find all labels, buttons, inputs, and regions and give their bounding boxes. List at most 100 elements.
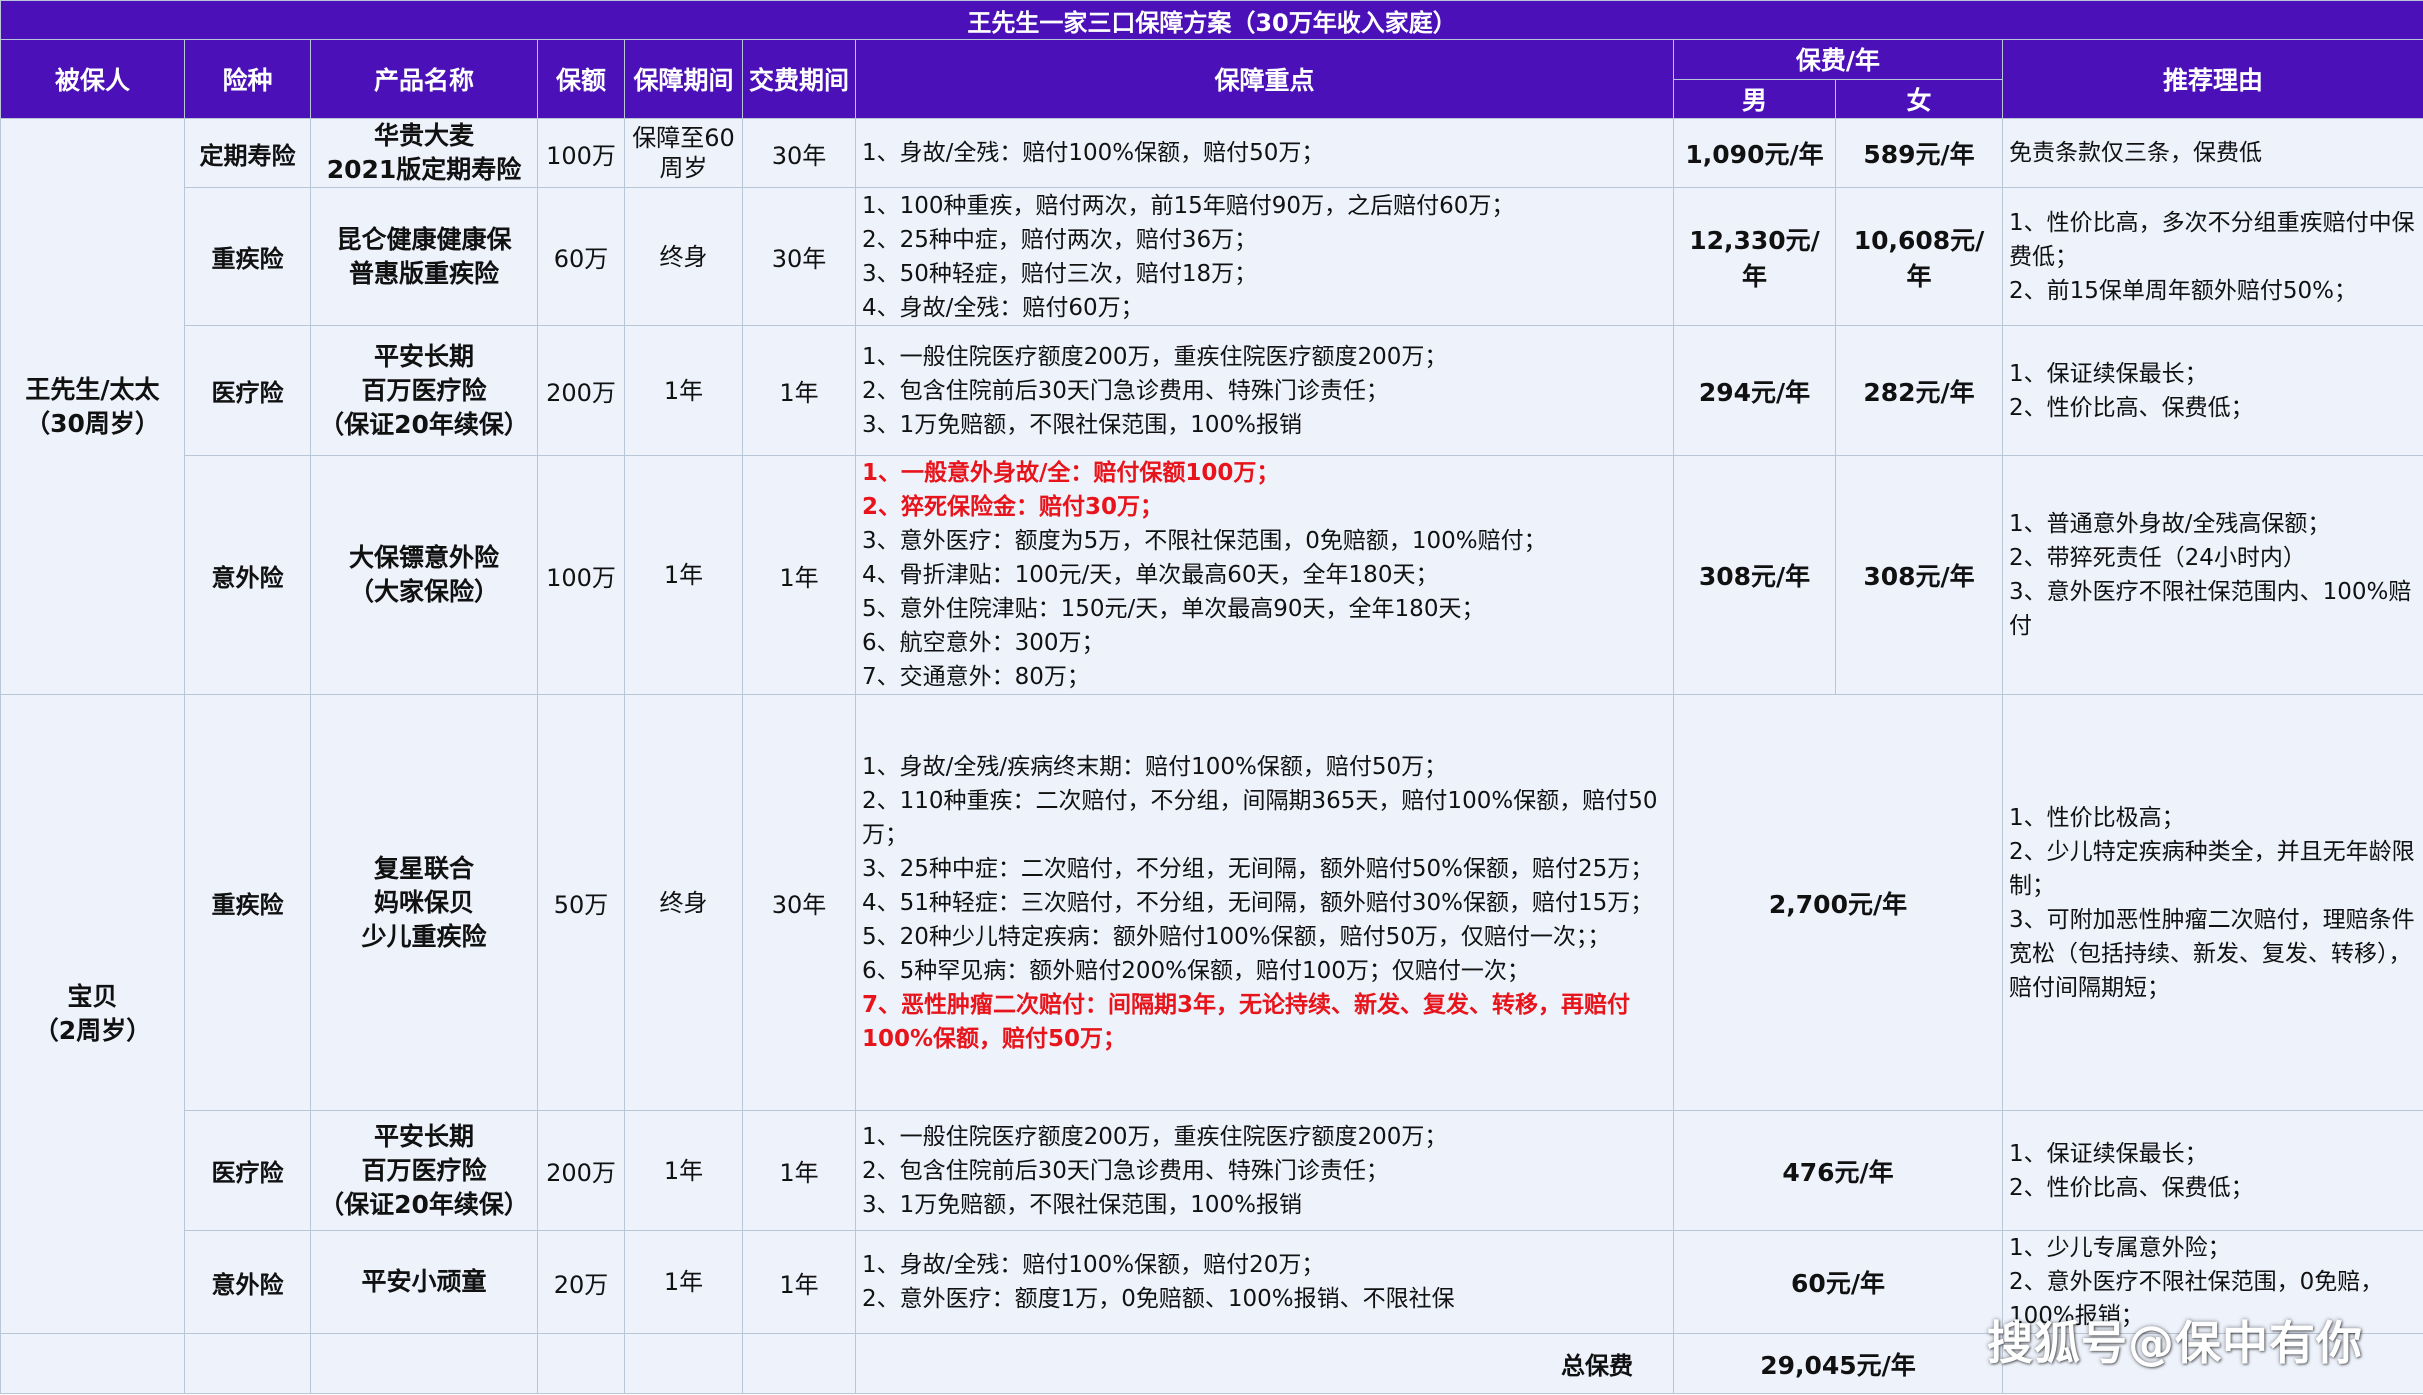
recommend-reason-line: 1、保证续保最长； — [2009, 1140, 2208, 1167]
product-name-line: 普惠版重疾险 — [348, 258, 499, 288]
coverage-feature-item: 1、100种重疾，赔付两次，前15年赔付90万，之后赔付60万； — [862, 192, 1515, 219]
coverage-feature-item: 5、意外住院津贴：150元/天，单次最高90天，全年180天； — [862, 596, 1485, 622]
coverage-feature-item: 1、一般住院医疗额度200万，重疾住院医疗额度200万； — [862, 1123, 1448, 1150]
product-name-line: 百万医疗险 — [361, 1155, 487, 1185]
product-name-line: （大家保险） — [348, 577, 499, 606]
recommend-reason-line: 2、性价比高、保费低； — [2009, 1174, 2254, 1201]
coverage-feature-item: 7、交通意外：80万； — [862, 664, 1090, 690]
product-name-line: 复星联合 — [373, 853, 474, 883]
premium-male-cell: 12,330元/年 — [1673, 187, 1836, 326]
coverage-period-line: 保障至60 — [632, 124, 735, 152]
total-premium-label: 总保费 — [855, 1333, 1674, 1394]
coverage-feature-item: 1、身故/全残：赔付100%保额，赔付20万； — [862, 1252, 1325, 1278]
coverage-feature-item: 4、51种轻症：三次赔付，不分组，无间隔，额外赔付30%保额，赔付15万； — [862, 889, 1654, 916]
product-name-line: 百万医疗险 — [361, 375, 487, 405]
header-pay-period: 交费期间 — [742, 39, 856, 119]
empty-cell — [537, 1333, 625, 1394]
total-premium-value: 29,045元/年 — [1673, 1333, 2003, 1394]
insurance-type-cell: 医疗险 — [184, 325, 311, 456]
recommend-reason-cell: 1、性价比高，多次不分组重疾赔付中保费低； 2、前15保单周年额外赔付50%； — [2001, 187, 2423, 326]
coverage-features-cell: 1、一般住院医疗额度200万，重疾住院医疗额度200万； 2、包含住院前后30天门… — [855, 325, 1674, 456]
recommend-reason-cell: 1、普通意外身故/全残高保额； 2、带猝死责任（24小时内） 3、意外医疗不限社保范… — [2001, 455, 2423, 695]
coverage-feature-item: 3、25种中症：二次赔付，不分组，无间隔，额外赔付50%保额，赔付25万； — [862, 855, 1654, 882]
header-premium: 保费/年 — [1673, 39, 2003, 80]
recommend-reason-line: 1、保证续保最长； — [2009, 360, 2208, 387]
product-name-line: 平安长期 — [373, 1121, 474, 1151]
payment-period-cell: 1年 — [742, 325, 856, 456]
coverage-amount-cell: 200万 — [537, 325, 625, 456]
coverage-feature-item: 1、一般意外身故/全：赔付保额100万； — [862, 460, 1280, 486]
coverage-feature-item: 2、25种中症，赔付两次，赔付36万； — [862, 226, 1258, 253]
header-type: 险种 — [184, 39, 311, 119]
coverage-period-cell: 保障至60 周岁 — [624, 118, 743, 188]
premium-cell: 2,700元/年 — [1673, 694, 2003, 1111]
coverage-feature-item: 5、20种少儿特定疾病：额外赔付100%保额，赔付50万，仅赔付一次；； — [862, 923, 1611, 950]
empty-cell — [0, 1333, 185, 1394]
coverage-period-cell: 1年 — [624, 325, 743, 456]
insurance-type-cell: 医疗险 — [184, 1110, 311, 1231]
coverage-amount-cell: 200万 — [537, 1110, 625, 1231]
empty-cell — [624, 1333, 743, 1394]
product-name-line: 大保镖意外险 — [348, 543, 499, 572]
coverage-feature-item: 4、骨折津贴：100元/天，单次最高60天，全年180天； — [862, 562, 1439, 588]
coverage-amount-cell: 20万 — [537, 1230, 625, 1334]
insurance-type-cell: 意外险 — [184, 455, 311, 695]
header-product: 产品名称 — [310, 39, 538, 119]
product-name-cell: 昆仑健康健康保 普惠版重疾险 — [310, 187, 538, 326]
product-name-cell: 平安长期百万医疗险 （保证20年续保） — [310, 1110, 538, 1231]
recommend-reason-line: 3、意外医疗不限社保范围内、100%赔付 — [2009, 579, 2412, 639]
header-features: 保障重点 — [855, 39, 1674, 119]
recommend-reason-line: 1、少儿专属意外险； — [2009, 1235, 2231, 1261]
table-row: 意外险 大保镖意外险 （大家保险） 100万 1年 1年 1、一般意外身故/全：赔付保额10… — [1, 455, 2423, 695]
coverage-feature-item: 2、意外医疗：额度1万，0免赔额、100%报销、不限社保 — [862, 1286, 1455, 1312]
coverage-period-line: 终身 — [659, 888, 708, 917]
payment-period-cell: 30年 — [742, 118, 856, 188]
product-name-cell: 平安小顽童 — [310, 1230, 538, 1334]
coverage-features-cell: 1、一般住院医疗额度200万，重疾住院医疗额度200万； 2、包含住院前后30天门… — [855, 1110, 1674, 1231]
insurance-type-cell: 意外险 — [184, 1230, 311, 1334]
recommend-reason-line: 1、普通意外身故/全残高保额； — [2009, 511, 2331, 537]
table-row: 医疗险 平安长期 百万医疗险 （保证20年续保） 200万 1年 1年 1、一般住院医疗额度2… — [1, 1110, 2423, 1231]
insured-person-cell: 王先生/太太 （30周岁） — [0, 118, 185, 695]
coverage-feature-item: 1、身故/全残/疾病终末期：赔付100%保额，赔付50万； — [862, 753, 1448, 780]
coverage-amount-cell: 60万 — [537, 187, 625, 326]
coverage-feature-item: 4、身故/全残：赔付60万； — [862, 294, 1144, 321]
insured-person-line: 王先生/太太 — [25, 374, 160, 404]
coverage-period-cell: 终身 — [624, 694, 743, 1111]
header-male: 男 — [1673, 78, 1836, 119]
coverage-feature-item: 3、1万免赔额，不限社保范围，100%报销 — [862, 411, 1303, 438]
premium-cell: 60元/年 — [1673, 1230, 2003, 1334]
product-name-line: 妈咪保贝 — [373, 887, 474, 917]
coverage-feature-item: 3、50种轻症，赔付三次，赔付18万； — [862, 260, 1258, 287]
coverage-amount-cell: 100万 — [537, 118, 625, 188]
product-name-line: 2021版定期寿险 — [326, 155, 522, 184]
premium-female-cell: 308元/年 — [1835, 455, 2003, 695]
premium-cell: 476元/年 — [1673, 1110, 2003, 1231]
table-row: 王先生/太太 （30周岁） 定期寿险 华贵大麦 2021版定期寿险 100万 保障至60 周岁… — [0, 118, 2423, 695]
header-insured: 被保人 — [0, 39, 185, 119]
coverage-feature-item: 1、身故/全残：赔付100%保额，赔付50万； — [862, 140, 1325, 166]
product-name-cell: 华贵大麦 2021版定期寿险 — [310, 118, 538, 188]
recommend-reason-line: 3、可附加恶性肿瘤二次赔付，理赔条件宽松（包括持续、新发、复发、转移），赔付间隔… — [2009, 906, 2415, 1001]
empty-cell — [742, 1333, 856, 1394]
product-name-line: （保证20年续保） — [319, 1189, 529, 1219]
empty-cell — [310, 1333, 538, 1394]
coverage-features-cell: 1、身故/全残/疾病终末期：赔付100%保额，赔付50万； 2、110种重疾：二次… — [855, 694, 1674, 1111]
product-name-line: 平安小顽童 — [361, 1267, 487, 1296]
premium-male-cell: 308元/年 — [1673, 455, 1836, 695]
coverage-amount-cell: 100万 — [537, 455, 625, 695]
product-name-line: 平安长期 — [373, 341, 474, 371]
coverage-features-cell: 1、身故/全残：赔付100%保额，赔付20万； 2、意外医疗：额度1万，0免赔额、… — [855, 1230, 1674, 1334]
header-amount: 保额 — [537, 39, 625, 119]
coverage-feature-item: 3、1万免赔额，不限社保范围，100%报销 — [862, 1191, 1303, 1218]
payment-period-cell: 1年 — [742, 455, 856, 695]
coverage-features-cell: 1、100种重疾，赔付两次，前15年赔付90万，之后赔付60万； 2、25种中症，… — [855, 187, 1674, 326]
coverage-period-cell: 1年 — [624, 455, 743, 695]
insurance-type-cell: 重疾险 — [184, 187, 311, 326]
coverage-period-cell: 终身 — [624, 187, 743, 326]
table-title: 王先生一家三口保障方案（30万年收入家庭） — [0, 0, 2423, 40]
coverage-period-line: 1年 — [663, 376, 704, 405]
coverage-feature-item: 2、包含住院前后30天门急诊费用、特殊门诊责任； — [862, 1157, 1389, 1184]
product-name-cell: 复星联合 妈咪保贝 少儿重疾险 — [310, 694, 538, 1111]
premium-female-cell: 282元/年 — [1835, 325, 2003, 456]
